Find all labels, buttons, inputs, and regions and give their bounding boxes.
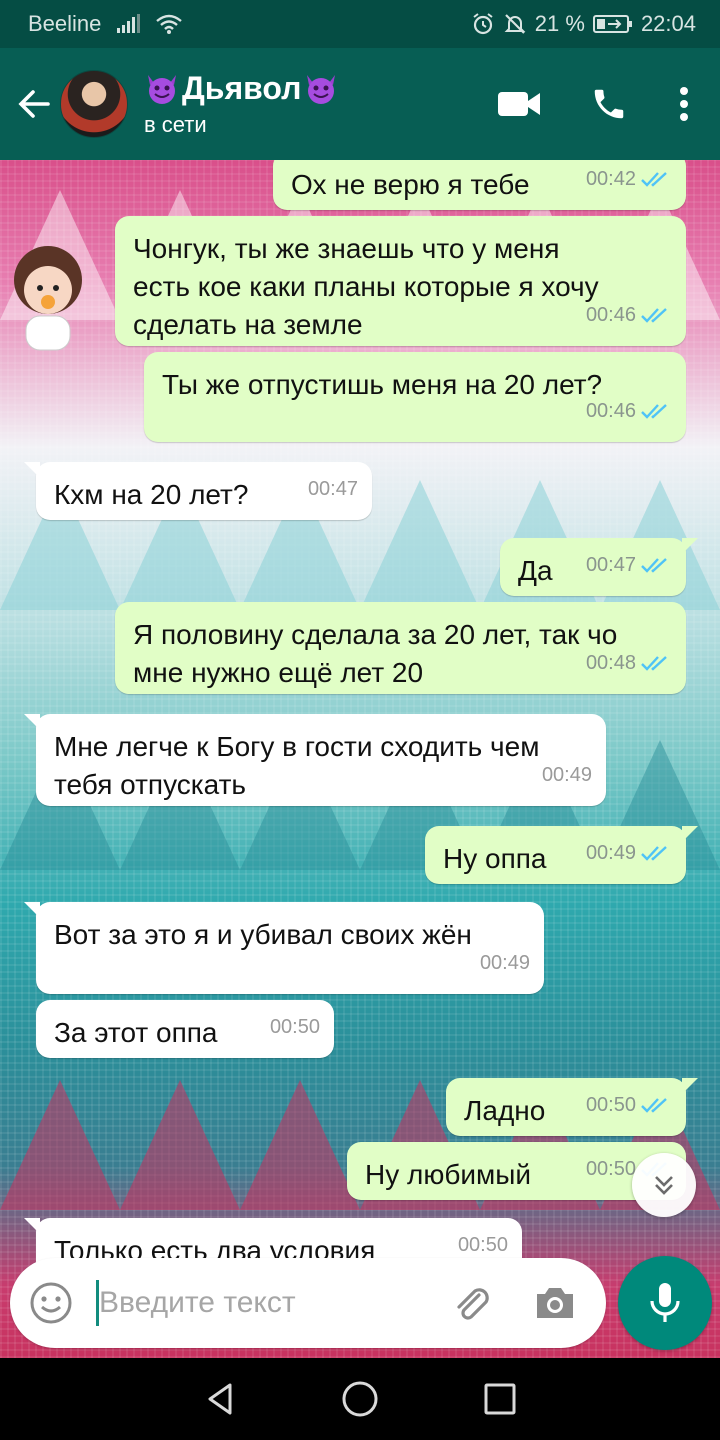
- video-camera-icon: [498, 92, 540, 116]
- message-bubble-outgoing[interactable]: Ох не верю я тебе 00:42: [273, 160, 686, 210]
- camera-icon: [537, 1288, 573, 1318]
- chevron-double-down-icon: [655, 1176, 673, 1195]
- message-time: 00:42: [585, 168, 636, 190]
- menu-button[interactable]: [654, 48, 714, 160]
- message-bubble-outgoing[interactable]: Ну оппа 00:49: [425, 826, 698, 884]
- message-text: Ну любимый: [365, 1159, 532, 1190]
- battery-icon: [592, 14, 633, 34]
- more-vert-icon: [680, 87, 688, 121]
- nav-recents-button[interactable]: [470, 1369, 530, 1429]
- message-time: 00:49: [479, 952, 530, 974]
- message-time: 00:50: [585, 1094, 636, 1116]
- back-button[interactable]: [4, 48, 64, 160]
- triangle-back-icon: [208, 1383, 232, 1415]
- message-text: Да: [518, 555, 553, 586]
- message-bubble-outgoing[interactable]: Да 00:47: [500, 538, 698, 596]
- status-bar: Beeline 21 % 22:04: [0, 0, 720, 48]
- double-check-icon: [641, 1098, 667, 1113]
- emoji-icon: [30, 1282, 72, 1324]
- message-input[interactable]: [99, 1273, 429, 1333]
- wifi-icon: [155, 13, 183, 35]
- double-check-icon: [641, 404, 667, 419]
- message-bubble-outgoing[interactable]: Ладно 00:50: [446, 1078, 698, 1136]
- contact-name-row: Дьявол: [144, 68, 339, 108]
- message-input-box: [10, 1258, 606, 1348]
- message-bubble-incoming[interactable]: Вот за это я и убивал своих жён 00:49: [24, 902, 544, 994]
- message-text: Ладно: [464, 1095, 546, 1126]
- carrier-label: Beeline: [28, 11, 102, 36]
- contact-status: в сети: [144, 112, 207, 137]
- message-bubble-outgoing[interactable]: Чонгук, ты же знаешь что у меня есть кое…: [115, 216, 686, 346]
- message-time: 00:46: [585, 304, 636, 326]
- message-text: Ты же отпустишь меня на 20 лет?: [162, 369, 603, 400]
- attach-button[interactable]: [429, 1258, 513, 1348]
- signal-icon: [115, 14, 141, 34]
- message-bubble-outgoing[interactable]: Я половину сделала за 20 лет, так чо мне…: [115, 602, 686, 694]
- voice-record-button[interactable]: [618, 1256, 712, 1350]
- microphone-icon: [650, 1283, 680, 1322]
- clock: 22:04: [640, 11, 696, 36]
- message-bubble-incoming[interactable]: Кхм на 20 лет? 00:47: [24, 462, 372, 520]
- message-time: 00:47: [585, 554, 636, 576]
- paperclip-icon: [457, 1288, 489, 1320]
- alarm-icon: [471, 12, 495, 36]
- message-text: Ну оппа: [443, 843, 547, 874]
- message-text: За этот оппа: [54, 1017, 218, 1048]
- message-text: Вот за это я и убивал своих жён: [54, 919, 472, 950]
- scroll-to-bottom-button[interactable]: [632, 1153, 696, 1217]
- smiling-devil-icon: [307, 75, 336, 104]
- double-check-icon: [641, 656, 667, 671]
- message-time: 00:49: [585, 842, 636, 864]
- message-text: Чонгук, ты же знаешь что у меня есть кое…: [133, 233, 599, 340]
- message-time: 00:49: [541, 764, 592, 786]
- camera-button[interactable]: [513, 1258, 597, 1348]
- voice-call-button[interactable]: [564, 48, 654, 160]
- video-call-button[interactable]: [474, 48, 564, 160]
- message-time: 00:46: [585, 400, 636, 422]
- message-time: 00:48: [585, 652, 636, 674]
- message-text: Я половину сделала за 20 лет, так чо мне…: [133, 619, 618, 688]
- nav-back-button[interactable]: [190, 1369, 250, 1429]
- message-bubble-outgoing[interactable]: Ты же отпустишь меня на 20 лет? 00:46: [144, 352, 686, 442]
- chat-header: Дьявол в сети: [0, 48, 720, 160]
- message-bubble-incoming[interactable]: Мне легче к Богу в гости сходить чем теб…: [24, 714, 606, 806]
- message-time: 00:50: [585, 1158, 636, 1180]
- smiling-devil-icon: [148, 75, 176, 104]
- double-check-icon: [641, 308, 667, 323]
- square-recents-icon: [484, 1383, 516, 1415]
- baby-sticker: [14, 246, 82, 351]
- nav-home-button[interactable]: [330, 1369, 390, 1429]
- system-nav-bar: [0, 1358, 720, 1440]
- message-bubble-incoming[interactable]: За этот оппа 00:50: [36, 1000, 334, 1058]
- phone-icon: [594, 89, 624, 119]
- double-check-icon: [641, 846, 667, 861]
- message-time: 00:47: [307, 478, 358, 500]
- mute-bell-icon: [503, 12, 527, 36]
- message-time: 00:50: [269, 1016, 320, 1038]
- battery-percent: 21 %: [534, 11, 585, 36]
- message-text: Кхм на 20 лет?: [54, 479, 249, 510]
- contact-name: Дьявол: [182, 70, 302, 106]
- chat-area[interactable]: Ох не верю я тебе 00:42 Чонгук, ты же зн…: [0, 160, 720, 1358]
- double-check-icon: [641, 558, 667, 573]
- emoji-button[interactable]: [10, 1258, 92, 1348]
- arrow-left-icon: [18, 90, 50, 118]
- double-check-icon: [641, 172, 667, 187]
- composer: [0, 1256, 720, 1358]
- contact-info[interactable]: Дьявол в сети: [144, 68, 339, 140]
- circle-home-icon: [342, 1381, 378, 1417]
- message-text: Ох не верю я тебе: [291, 169, 530, 200]
- avatar[interactable]: [60, 70, 128, 138]
- message-text: Мне легче к Богу в гости сходить чем теб…: [54, 731, 540, 800]
